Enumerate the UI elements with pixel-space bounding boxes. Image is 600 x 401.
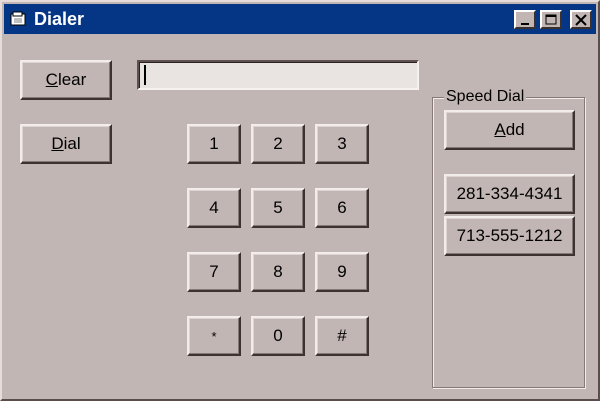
dial-button[interactable]: Dial xyxy=(20,124,112,164)
title-bar[interactable]: Dialer xyxy=(4,4,596,34)
app-icon xyxy=(10,11,26,26)
close-button[interactable] xyxy=(570,10,592,29)
minimize-icon xyxy=(521,23,529,25)
keypad-6[interactable]: 6 xyxy=(315,188,369,228)
speed-dial-entry-2[interactable]: 713-555-1212 xyxy=(444,216,575,256)
phone-number-input[interactable] xyxy=(137,60,419,90)
text-caret xyxy=(144,65,146,85)
dial-label: ial xyxy=(63,134,81,153)
clear-mnemonic: C xyxy=(45,70,58,89)
keypad-hash[interactable]: # xyxy=(315,316,369,356)
keypad-4[interactable]: 4 xyxy=(187,188,241,228)
close-icon xyxy=(575,14,587,26)
clear-label: lear xyxy=(57,70,87,89)
keypad-7[interactable]: 7 xyxy=(187,252,241,292)
keypad-8[interactable]: 8 xyxy=(251,252,305,292)
dial-mnemonic: D xyxy=(51,134,64,153)
minimize-button[interactable] xyxy=(514,10,536,29)
keypad-0[interactable]: 0 xyxy=(251,316,305,356)
keypad-2[interactable]: 2 xyxy=(251,124,305,164)
keypad-1[interactable]: 1 xyxy=(187,124,241,164)
keypad-3[interactable]: 3 xyxy=(315,124,369,164)
speed-dial-entry-1[interactable]: 281-334-4341 xyxy=(444,174,575,214)
keypad-star[interactable]: * xyxy=(187,316,241,356)
clear-button[interactable]: Clear xyxy=(20,60,112,100)
window-title: Dialer xyxy=(34,9,85,29)
add-speed-dial-button[interactable]: Add xyxy=(444,110,575,150)
maximize-button[interactable] xyxy=(540,10,562,29)
maximize-icon xyxy=(545,14,557,25)
add-mnemonic: A xyxy=(494,120,506,139)
keypad-9[interactable]: 9 xyxy=(315,252,369,292)
speed-dial-label: Speed Dial xyxy=(444,88,527,106)
dialer-window: Dialer Clear Dial 1 2 3 4 5 6 7 8 9 * 0 … xyxy=(0,0,600,401)
keypad-5[interactable]: 5 xyxy=(251,188,305,228)
add-label: dd xyxy=(505,120,525,139)
